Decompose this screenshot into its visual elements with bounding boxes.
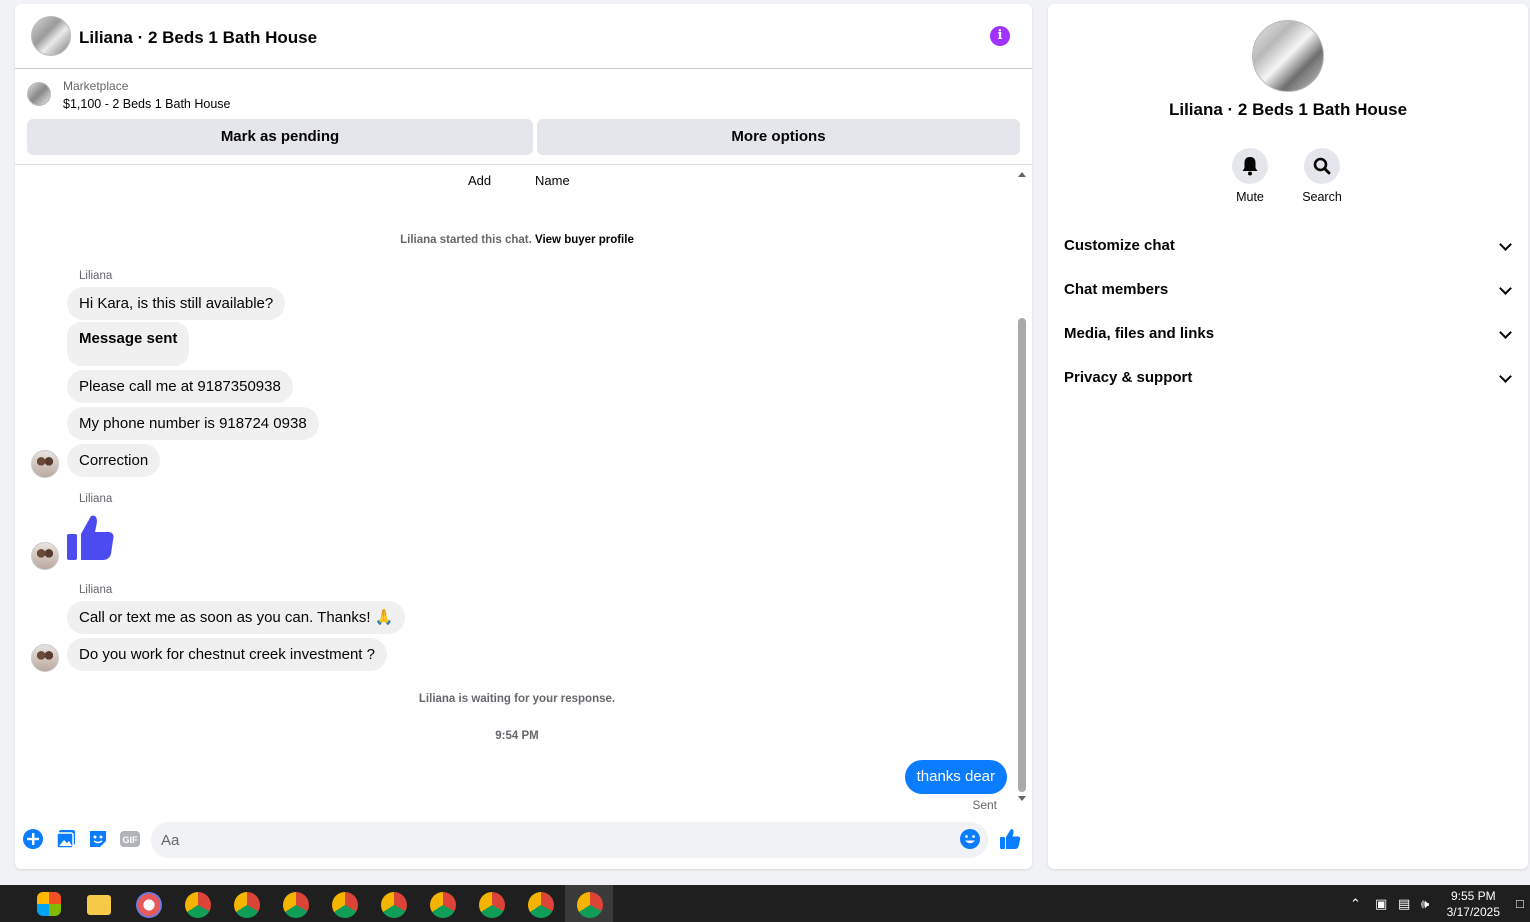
- clock-time: 9:55 PM: [1450, 889, 1496, 903]
- mark-as-pending-button[interactable]: Mark as pending: [27, 119, 533, 155]
- sender-name: Liliana: [79, 493, 113, 505]
- listing-banner: Marketplace $1,100 - 2 Beds 1 Bath House…: [15, 69, 1032, 165]
- sender-avatar[interactable]: [31, 542, 59, 570]
- name-label: Name: [535, 173, 570, 188]
- scrollbar-thumb[interactable]: [1018, 318, 1026, 792]
- outgoing-message-bubble[interactable]: thanks dear: [904, 760, 1007, 794]
- timestamp: 9:54 PM: [495, 730, 539, 742]
- like-thumb-icon[interactable]: [65, 512, 117, 564]
- media-files-links-section[interactable]: Media, files and links: [1048, 312, 1528, 356]
- chrome-icon[interactable]: [528, 892, 554, 918]
- paint-app-icon[interactable]: [136, 892, 162, 918]
- file-explorer-icon[interactable]: [87, 895, 111, 915]
- chevron-down-icon: [1499, 370, 1512, 383]
- emoji-icon[interactable]: [959, 828, 981, 850]
- listing-price[interactable]: $1,100 - 2 Beds 1 Bath House: [63, 97, 230, 111]
- mute-button[interactable]: Mute: [1220, 148, 1280, 204]
- chrome-icon[interactable]: [479, 892, 505, 918]
- gif-icon[interactable]: GIF: [119, 828, 141, 850]
- chevron-down-icon: [1499, 326, 1512, 339]
- listing-profile-photo[interactable]: [1252, 20, 1324, 92]
- copilot-app-icon[interactable]: [37, 892, 61, 916]
- system-clock[interactable]: 9:55 PM 3/17/2025: [1447, 888, 1500, 920]
- notifications-icon[interactable]: □: [1516, 896, 1524, 911]
- photo-icon[interactable]: [55, 828, 77, 850]
- chat-started-notice: Liliana started this chat. View buyer pr…: [400, 234, 634, 246]
- message-input[interactable]: [151, 822, 988, 858]
- clock-date: 3/17/2025: [1446, 905, 1500, 919]
- chrome-icon[interactable]: [185, 892, 211, 918]
- taskbar: ⌃ ▣ ▤ 🕪 9:55 PM 3/17/2025 □: [0, 885, 1530, 922]
- svg-text:GIF: GIF: [123, 835, 139, 845]
- chrome-icon[interactable]: [577, 892, 603, 918]
- search-label: Search: [1302, 190, 1342, 204]
- listing-label: Marketplace: [63, 79, 129, 93]
- message-list: Add Name Liliana started this chat. View…: [15, 166, 1019, 812]
- message-bubble[interactable]: Hi Kara, is this still available?: [67, 287, 286, 320]
- mute-label: Mute: [1236, 190, 1264, 204]
- chat-members-section[interactable]: Chat members: [1048, 268, 1528, 312]
- message-bubble[interactable]: Message sent: [67, 322, 190, 366]
- chrome-icon[interactable]: [381, 892, 407, 918]
- customize-chat-section[interactable]: Customize chat: [1048, 224, 1528, 268]
- message-bubble[interactable]: Call or text me as soon as you can. Than…: [67, 601, 406, 634]
- composer: GIF: [15, 816, 1032, 862]
- chat-title[interactable]: Liliana · 2 Beds 1 Bath House: [79, 28, 317, 48]
- chat-details-panel: Liliana · 2 Beds 1 Bath House Mute Searc…: [1048, 4, 1528, 869]
- network-icon[interactable]: ▤: [1398, 896, 1410, 912]
- sender-name: Liliana: [79, 584, 113, 596]
- chat-header: Liliana · 2 Beds 1 Bath House i: [15, 4, 1032, 69]
- privacy-support-section[interactable]: Privacy & support: [1048, 356, 1528, 400]
- scroll-up-icon[interactable]: [1018, 172, 1026, 177]
- chrome-icon[interactable]: [283, 892, 309, 918]
- chrome-icon[interactable]: [430, 892, 456, 918]
- message-bubble[interactable]: Correction: [67, 444, 161, 477]
- details-title: Liliana · 2 Beds 1 Bath House: [1168, 100, 1408, 119]
- message-bubble[interactable]: My phone number is 918724 0938: [67, 407, 319, 440]
- search-icon: [1304, 148, 1340, 184]
- sent-status: Sent: [972, 798, 997, 812]
- info-icon[interactable]: i: [990, 26, 1010, 46]
- bell-icon: [1232, 148, 1268, 184]
- sender-avatar[interactable]: [31, 644, 59, 672]
- chat-panel: Liliana · 2 Beds 1 Bath House i Marketpl…: [15, 4, 1032, 869]
- plus-circle-icon[interactable]: [22, 828, 44, 850]
- chevron-down-icon: [1499, 238, 1512, 251]
- message-bubble[interactable]: Please call me at 9187350938: [67, 370, 293, 403]
- view-buyer-profile-link[interactable]: View buyer profile: [535, 234, 634, 246]
- search-button[interactable]: Search: [1292, 148, 1352, 204]
- sticker-icon[interactable]: [87, 828, 109, 850]
- listing-avatar[interactable]: [31, 16, 71, 56]
- add-label: Add: [468, 173, 492, 188]
- sender-name: Liliana: [79, 270, 113, 282]
- chrome-icon[interactable]: [234, 892, 260, 918]
- more-options-button[interactable]: More options: [537, 119, 1020, 155]
- scrollbar[interactable]: [1016, 166, 1028, 806]
- listing-thumbnail[interactable]: [27, 82, 51, 106]
- chevron-down-icon: [1499, 282, 1512, 295]
- volume-icon[interactable]: 🕪: [1421, 896, 1429, 912]
- waiting-notice: Liliana is waiting for your response.: [418, 693, 616, 705]
- sender-avatar[interactable]: [31, 450, 59, 478]
- scroll-down-icon[interactable]: [1018, 796, 1026, 801]
- like-icon[interactable]: [999, 828, 1021, 850]
- chrome-icon[interactable]: [332, 892, 358, 918]
- meet-now-icon[interactable]: ▣: [1375, 896, 1387, 912]
- message-bubble[interactable]: Do you work for chestnut creek investmen…: [67, 638, 387, 671]
- tray-chevron-up-icon[interactable]: ⌃: [1350, 896, 1361, 912]
